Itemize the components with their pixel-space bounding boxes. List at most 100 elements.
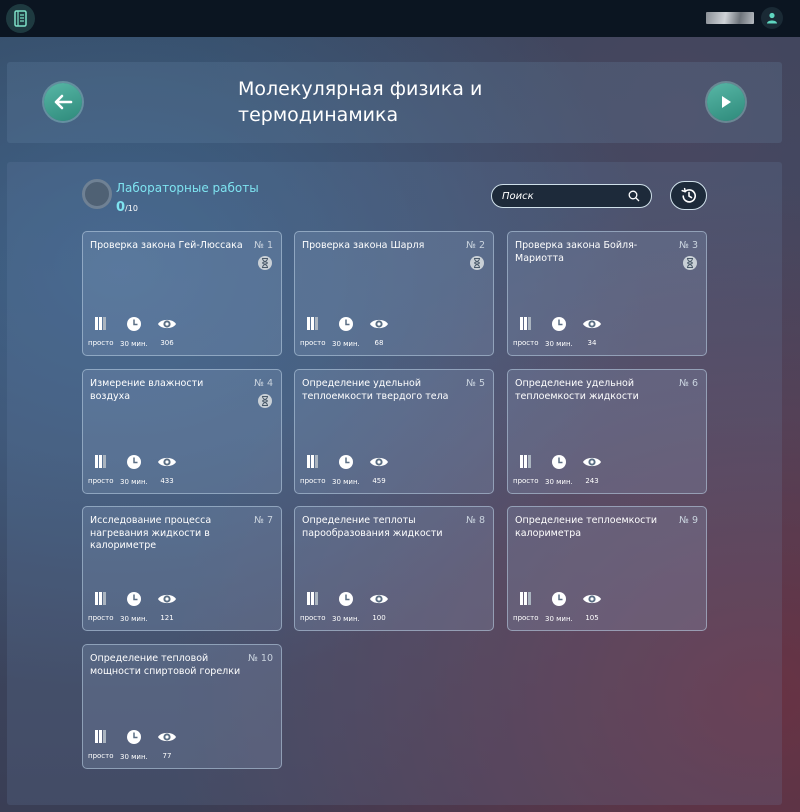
back-button[interactable] xyxy=(44,83,82,121)
labs-total-count: /10 xyxy=(125,204,138,213)
lab-card[interactable]: Проверка закона Гей-Люссака № 1 просто 30 м… xyxy=(82,231,282,356)
eye-icon xyxy=(369,591,389,610)
history-button[interactable] xyxy=(670,181,707,210)
difficulty-icon xyxy=(519,591,532,610)
page-title: Молекулярная физика и термодинамика xyxy=(238,78,483,126)
labs-done-count: 0 xyxy=(116,200,126,215)
clock-icon xyxy=(551,454,567,474)
lab-card-number: № 7 xyxy=(254,515,273,526)
lab-card-stat: просто xyxy=(513,591,539,622)
history-icon xyxy=(680,187,696,203)
lab-card-stat: просто xyxy=(513,316,539,347)
difficulty-icon xyxy=(94,454,107,473)
lab-card-difficulty: просто xyxy=(88,339,114,347)
lab-card-title: Определение удельной теплоемкости жидкос… xyxy=(515,378,639,402)
lab-card-title: Определение удельной теплоемкости твердо… xyxy=(302,378,449,402)
lab-card[interactable]: Исследование процесса нагревания жидкост… xyxy=(82,506,282,631)
lab-card-difficulty: просто xyxy=(513,614,539,622)
lab-card-number: № 2 xyxy=(466,240,485,251)
lab-card-stat: просто xyxy=(88,316,114,347)
lab-card-views: 306 xyxy=(160,339,174,347)
eye-icon xyxy=(157,729,177,748)
eye-icon xyxy=(157,454,177,473)
difficulty-icon xyxy=(519,454,532,473)
lab-card[interactable]: Определение удельной теплоемкости жидкос… xyxy=(507,369,707,494)
eye-icon xyxy=(582,591,602,610)
lab-card-stat: 121 xyxy=(157,591,177,622)
lab-card[interactable]: Проверка закона Бойля-Мариотта № 3 просто 3… xyxy=(507,231,707,356)
lab-card-stat: просто xyxy=(300,454,326,485)
lab-card-time: 30 мин. xyxy=(120,615,148,623)
lab-card-time: 30 мин. xyxy=(332,478,360,486)
lab-card-time: 30 мин. xyxy=(120,478,148,486)
difficulty-icon xyxy=(519,316,532,335)
user-profile-button[interactable] xyxy=(761,7,783,29)
lab-card[interactable]: Проверка закона Шарля № 2 просто 30 мин. 68 xyxy=(294,231,494,356)
lab-card-stat: 30 мин. xyxy=(120,454,148,486)
hourglass-icon xyxy=(683,256,697,270)
lab-card-title: Проверка закона Бойля-Мариотта xyxy=(515,240,638,264)
lab-card-views: 121 xyxy=(160,614,174,622)
clock-icon xyxy=(126,454,142,474)
lab-card[interactable]: Измерение влажности воздуха № 4 просто 30 м… xyxy=(82,369,282,494)
lab-card-difficulty: просто xyxy=(300,477,326,485)
lab-card[interactable]: Определение удельной теплоемкости твердо… xyxy=(294,369,494,494)
lab-card-number: № 3 xyxy=(679,240,698,251)
lab-card-views: 105 xyxy=(585,614,599,622)
header-panel: Молекулярная физика и термодинамика xyxy=(7,62,782,143)
lab-card-stat: 34 xyxy=(582,316,602,347)
lab-card-stat: 459 xyxy=(369,454,389,485)
lab-card-time: 30 мин. xyxy=(545,478,573,486)
hourglass-icon xyxy=(258,394,272,408)
lab-card-stat: 30 мин. xyxy=(545,316,573,348)
lab-card-stat: 30 мин. xyxy=(545,591,573,623)
hourglass-icon xyxy=(258,256,272,270)
difficulty-icon xyxy=(306,316,319,335)
lab-card[interactable]: Определение тепловой мощности спиртовой … xyxy=(82,644,282,769)
lab-card-number: № 10 xyxy=(248,653,273,664)
lab-card-title: Исследование процесса нагревания жидкост… xyxy=(90,515,212,551)
lab-card-stat: 105 xyxy=(582,591,602,622)
lab-card[interactable]: Определение теплоты парообразования жидк… xyxy=(294,506,494,631)
lab-card-stat: 30 мин. xyxy=(332,454,360,486)
lab-card-number: № 5 xyxy=(466,378,485,389)
labs-section-title: Лабораторные работы xyxy=(116,181,259,195)
lab-card-views: 77 xyxy=(162,752,172,760)
lab-card-title: Проверка закона Гей-Люссака xyxy=(90,240,243,251)
clock-icon xyxy=(126,316,142,336)
search-box xyxy=(491,184,652,208)
labs-panel: Лабораторные работы 0/10 Проверка закона… xyxy=(7,162,782,805)
lab-card-stat: 306 xyxy=(157,316,177,347)
search-icon[interactable] xyxy=(628,190,640,202)
lab-card-difficulty: просто xyxy=(88,752,114,760)
lab-card-time: 30 мин. xyxy=(545,615,573,623)
lab-card-title: Определение тепловой мощности спиртовой … xyxy=(90,653,241,677)
clock-icon xyxy=(338,454,354,474)
lab-card-stat: 68 xyxy=(369,316,389,347)
lab-card-views: 243 xyxy=(585,477,599,485)
lab-card-difficulty: просто xyxy=(513,339,539,347)
lab-card-views: 459 xyxy=(372,477,386,485)
lab-card-views: 100 xyxy=(372,614,386,622)
lab-card-stat: 30 мин. xyxy=(332,316,360,348)
search-input[interactable] xyxy=(502,188,622,204)
eye-icon xyxy=(369,454,389,473)
lab-card-number: № 4 xyxy=(254,378,273,389)
eye-icon xyxy=(582,316,602,335)
user-name-redacted xyxy=(706,12,754,24)
lab-card-stat: 30 мин. xyxy=(120,729,148,761)
clock-icon xyxy=(551,316,567,336)
notebook-menu-button[interactable] xyxy=(6,4,35,33)
lab-card-time: 30 мин. xyxy=(120,340,148,348)
lab-card-title: Измерение влажности воздуха xyxy=(90,378,204,402)
eye-icon xyxy=(582,454,602,473)
lab-card-views: 68 xyxy=(374,339,384,347)
clock-icon xyxy=(551,591,567,611)
lab-card-title: Определение теплоты парообразования жидк… xyxy=(302,515,443,539)
play-button[interactable] xyxy=(707,83,745,121)
play-icon xyxy=(722,96,731,108)
lab-card[interactable]: Определение теплоемкости калориметра № 9 п… xyxy=(507,506,707,631)
clock-icon xyxy=(338,316,354,336)
lab-card-stat: просто xyxy=(88,591,114,622)
notebook-icon xyxy=(14,10,27,27)
